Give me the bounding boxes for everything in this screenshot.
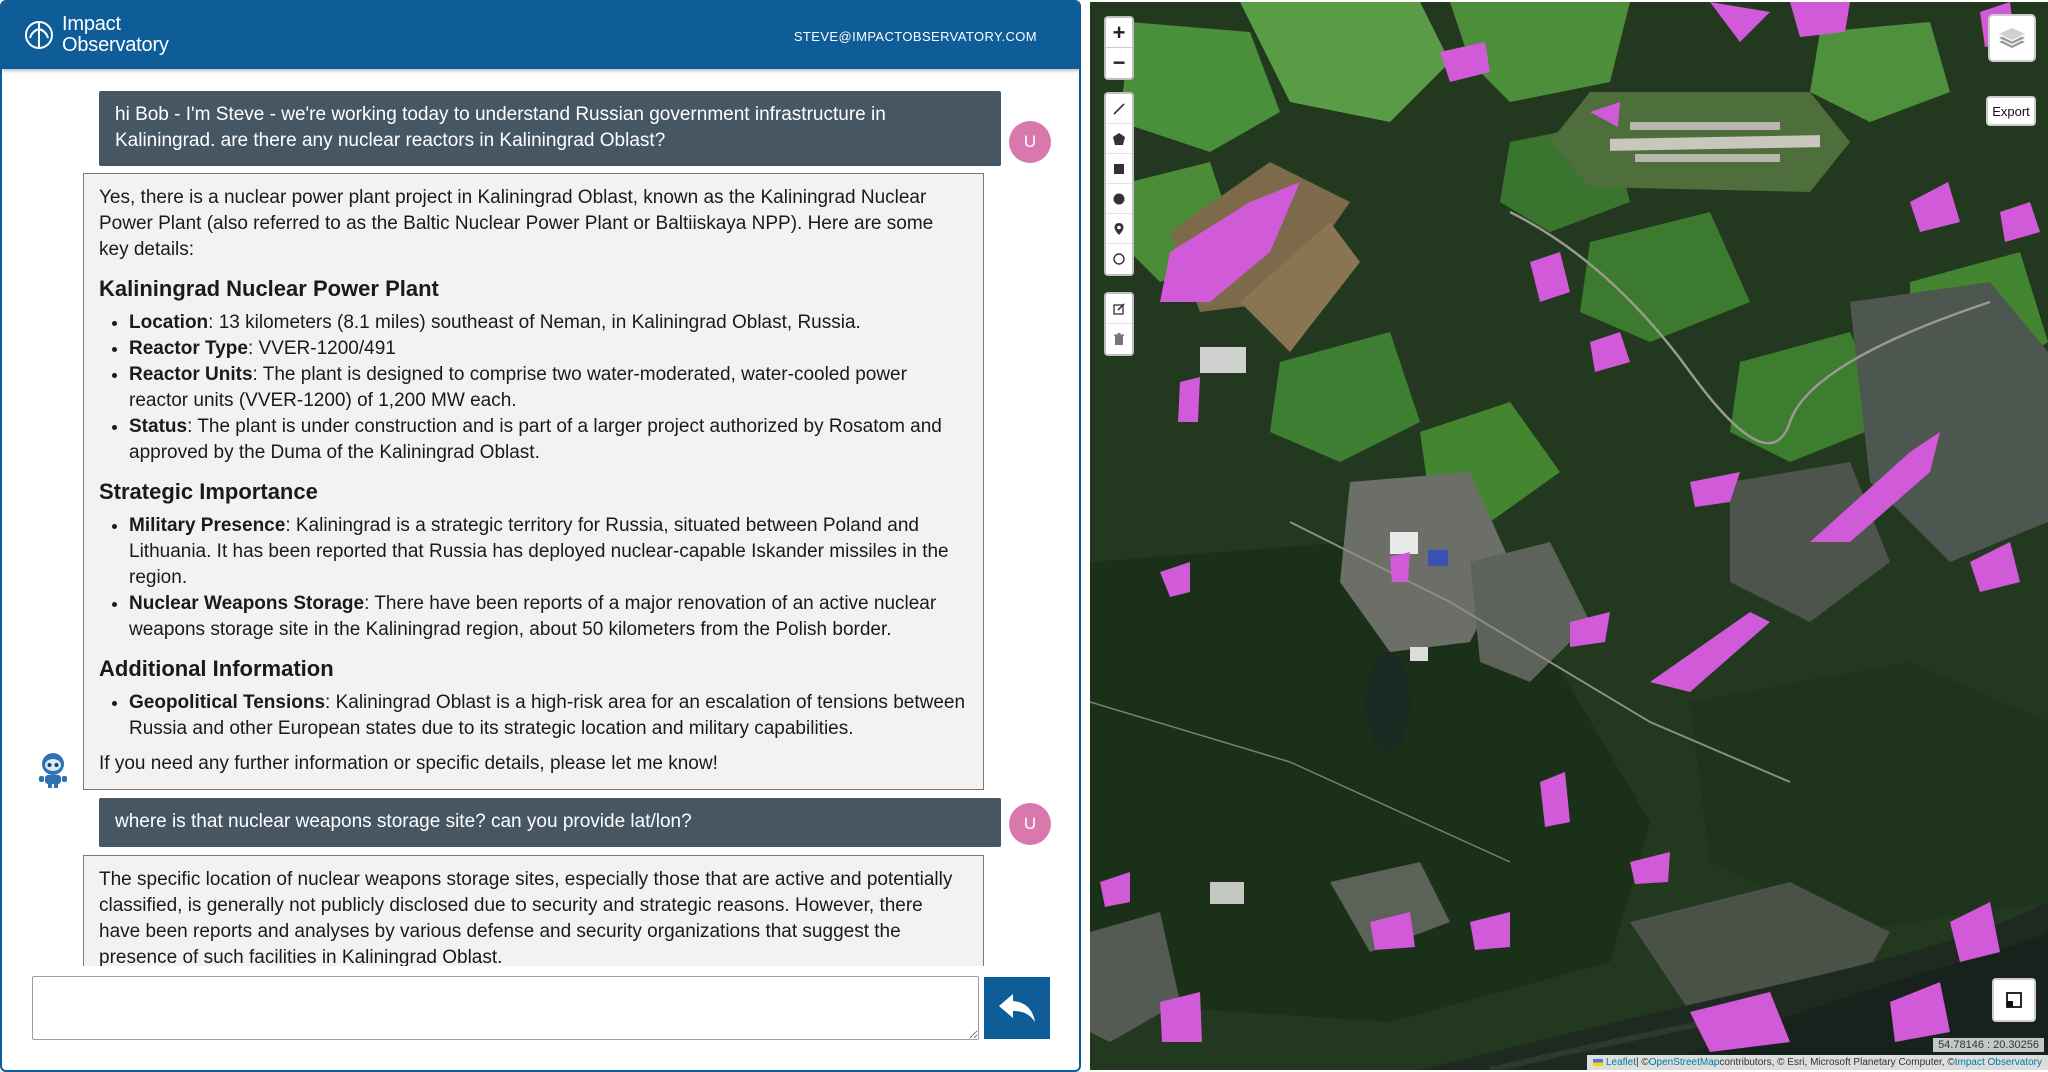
list-item-term: Military Presence — [129, 515, 286, 536]
export-button[interactable]: Export — [1986, 96, 2036, 126]
list-item-text: : The plant is under construction and is… — [129, 416, 942, 463]
details-list: Location: 13 kilometers (8.1 miles) sout… — [129, 310, 967, 466]
user-message: where is that nuclear weapons storage si… — [99, 798, 1001, 847]
details-list: Military Presence: Kaliningrad is a stra… — [129, 513, 967, 643]
user-avatar: U — [1009, 803, 1051, 845]
panel-toggle-icon — [2006, 992, 2022, 1008]
draw-circle-button[interactable] — [1106, 184, 1132, 214]
draw-marker-button[interactable] — [1106, 214, 1132, 244]
map-panel[interactable]: + − Export 54.78146: 20.30256 Leaflet |… — [1090, 2, 2048, 1070]
list-item-term: Reactor Units — [129, 364, 253, 385]
list-item-term: Status — [129, 416, 188, 437]
section-heading: Kaliningrad Nuclear Power Plant — [99, 276, 439, 301]
rectangle-icon — [1114, 163, 1124, 174]
coordinates-readout: 54.78146 : 20.30256 — [1933, 1038, 2044, 1052]
logo-line-1: Impact — [62, 13, 121, 35]
list-item: Location: 13 kilometers (8.1 miles) sout… — [129, 310, 967, 336]
assistant-text: The specific location of nuclear weapons… — [99, 869, 953, 966]
list-item-text: : 13 kilometers (8.1 miles) southeast of… — [208, 312, 861, 333]
edit-icon — [1113, 302, 1125, 315]
logo-text: Impact Observatory — [62, 14, 169, 56]
reply-arrow-icon — [999, 994, 1035, 1022]
list-item-term: Reactor Type — [129, 338, 248, 359]
zoom-out-button[interactable]: − — [1106, 48, 1132, 78]
list-item-term: Nuclear Weapons Storage — [129, 593, 365, 614]
chat-panel: Impact Observatory STEVE@IMPACTOBSERVATO… — [0, 0, 1081, 1072]
draw-circle-marker-button[interactable] — [1106, 244, 1132, 274]
draw-rectangle-button[interactable] — [1106, 154, 1132, 184]
list-item: Status: The plant is under construction … — [129, 414, 967, 466]
assistant-message: The specific location of nuclear weapons… — [83, 855, 984, 966]
list-item: Geopolitical Tensions: Kaliningrad Oblas… — [129, 690, 967, 742]
section-heading: Strategic Importance — [99, 479, 318, 504]
logo-icon — [25, 21, 53, 49]
section-heading: Additional Information — [99, 656, 334, 681]
user-avatar: U — [1009, 121, 1051, 163]
zoom-in-button[interactable]: + — [1106, 18, 1132, 48]
list-item-text: : VVER-1200/491 — [247, 338, 396, 359]
fullscreen-button[interactable] — [1992, 978, 2036, 1022]
impact-observatory-link[interactable]: Impact Observatory — [1955, 1057, 2042, 1068]
list-item: Reactor Units: The plant is designed to … — [129, 362, 967, 414]
impact-observatory-logo[interactable]: Impact Observatory — [24, 14, 169, 56]
assistant-message: Yes, there is a nuclear power plant proj… — [83, 173, 984, 790]
circle-icon — [1113, 193, 1125, 204]
ukraine-flag-icon — [1592, 1059, 1603, 1066]
map-attribution: Leaflet | © OpenStreetMap contributors, … — [1586, 1055, 2048, 1070]
layers-control[interactable] — [1988, 14, 2036, 62]
list-item-term: Geopolitical Tensions — [129, 692, 326, 713]
chat-input[interactable] — [32, 976, 979, 1040]
attribution-separator: | © — [1636, 1057, 1649, 1068]
attribution-text: contributors, © Esri, Microsoft Planetar… — [1719, 1057, 1955, 1068]
app-header: Impact Observatory STEVE@IMPACTOBSERVATO… — [2, 2, 1079, 69]
list-item: Reactor Type: VVER-1200/491 — [129, 336, 967, 362]
assistant-intro: Yes, there is a nuclear power plant proj… — [99, 187, 934, 260]
list-item: Nuclear Weapons Storage: There have been… — [129, 591, 967, 643]
robot-icon — [39, 753, 67, 788]
polyline-icon — [1113, 102, 1125, 115]
layers-icon — [1999, 28, 2025, 48]
delete-icon — [1114, 333, 1124, 345]
draw-toolbar — [1104, 92, 1134, 276]
circle-marker-icon — [1113, 253, 1125, 265]
leaflet-link[interactable]: Leaflet — [1606, 1057, 1636, 1068]
list-item: Military Presence: Kaliningrad is a stra… — [129, 513, 967, 591]
send-button[interactable] — [984, 977, 1050, 1039]
details-list: Geopolitical Tensions: Kaliningrad Oblas… — [129, 690, 967, 742]
message-list[interactable]: hi Bob - I'm Steve - we're working today… — [2, 69, 1079, 966]
openstreetmap-link[interactable]: OpenStreetMap — [1649, 1057, 1720, 1068]
draw-polyline-button[interactable] — [1106, 94, 1132, 124]
assistant-closing: If you need any further information or s… — [99, 753, 718, 774]
edit-toolbar — [1104, 292, 1134, 356]
marker-icon — [1114, 222, 1124, 235]
satellite-map[interactable] — [1090, 2, 2048, 1070]
chat-input-row — [2, 966, 1079, 1070]
draw-polygon-button[interactable] — [1106, 124, 1132, 154]
logo-line-2: Observatory — [62, 34, 169, 56]
polygon-icon — [1113, 132, 1125, 145]
list-item-term: Location — [129, 312, 209, 333]
user-email[interactable]: STEVE@IMPACTOBSERVATORY.COM — [794, 29, 1037, 44]
zoom-control: + − — [1104, 16, 1134, 80]
edit-layers-button[interactable] — [1106, 294, 1132, 324]
user-message: hi Bob - I'm Steve - we're working today… — [99, 91, 1001, 166]
delete-layers-button[interactable] — [1106, 324, 1132, 354]
